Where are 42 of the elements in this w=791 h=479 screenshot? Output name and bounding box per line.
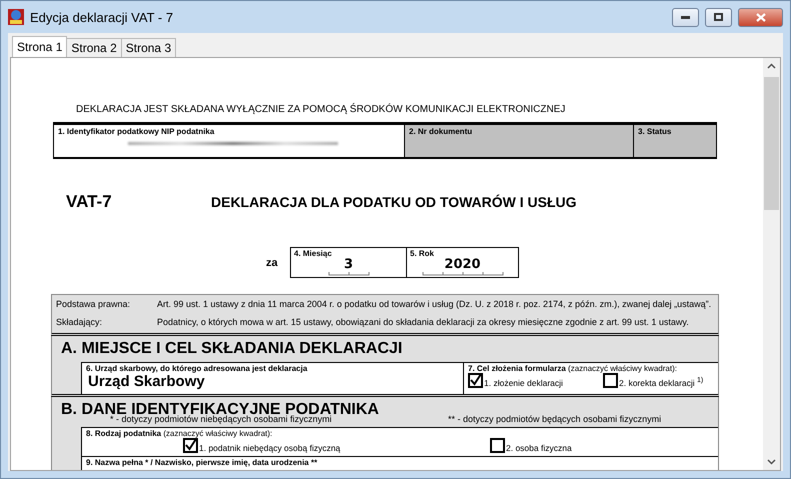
form-code: VAT-7 bbox=[65, 192, 113, 212]
footnote-text: ** - dotyczy podmiotów będących osobami fizycznymi bbox=[448, 414, 662, 426]
footnote-text: * - dotyczy podmiotów niebędących osobami fizycznymi bbox=[110, 414, 332, 426]
field-label: 9. Nazwa pełna * / Nazwisko, pierwsze imię, data urodzenia ** bbox=[86, 458, 318, 467]
legal-label: Podstawa prawna: bbox=[56, 299, 132, 309]
field-label: 7. Cel złożenia formularza (zaznaczyć właściwy kwadrat): bbox=[468, 364, 678, 373]
checked-box[interactable] bbox=[468, 373, 483, 388]
checked-box[interactable] bbox=[183, 438, 198, 453]
form-title: DEKLARACJA DLA PODATKU OD TOWARÓW I USŁUG bbox=[211, 194, 577, 210]
form-field[interactable]: 6. Urząd skarbowy, do którego adresowana jest deklaracja Urząd Skarbowy bbox=[81, 363, 463, 394]
period-prefix: za bbox=[266, 256, 279, 268]
option-label: 2. korekta deklaracji $^{1)}$ bbox=[619, 376, 704, 388]
window-title: Edycja deklaracji VAT - 7 bbox=[30, 10, 174, 24]
scrollbar[interactable] bbox=[763, 58, 780, 470]
field-label: 1. Identyfikator podatkowy NIP podatnika bbox=[58, 127, 216, 136]
close-icon bbox=[756, 12, 766, 22]
option-label: 1. podatnik niebędący osobą fizyczną bbox=[199, 443, 340, 453]
field-label: 6. Urząd skarbowy, do którego adresowana jest deklaracja bbox=[86, 364, 308, 373]
field-value: Urząd Skarbowy bbox=[87, 373, 206, 390]
checkbox[interactable] bbox=[603, 373, 618, 388]
legal-label: Składający: bbox=[56, 317, 104, 327]
maximize-button[interactable] bbox=[705, 8, 732, 26]
option-label: 1. złożenie deklaracji bbox=[484, 378, 563, 388]
form-notice: DEKLARACJA JEST SKŁADANA WYŁĄCZNIE ZA POMOCĄ ŚRODKÓW KOMUNIKACJI ELEKTRONICZNEJ bbox=[75, 104, 566, 117]
page-tab[interactable]: Strona 1 bbox=[12, 36, 68, 57]
scroll-thumb[interactable] bbox=[764, 77, 779, 210]
maximize-icon bbox=[714, 13, 723, 21]
section-title: A. MIEJSCE I CEL SKŁADANIA DEKLARACJI bbox=[60, 339, 404, 359]
checkbox[interactable] bbox=[490, 438, 505, 453]
option-label: 2. osoba fizyczna bbox=[506, 443, 572, 453]
field-label: 2. Nr dokumentu bbox=[409, 127, 474, 136]
legal-text: Art. 99 ust. 1 ustawy z dnia 11 marca 2004 r. o podatku od towarów i usług (Dz. U. z 2018 r. poz. 2174, z późn. zm.), zwanej dalej „ustawą”. bbox=[157, 299, 712, 309]
section-title: B. DANE IDENTYFIKACYJNE PODATNIKA bbox=[60, 400, 380, 414]
page-tab[interactable]: Strona 3 bbox=[120, 38, 176, 57]
close-button[interactable] bbox=[738, 8, 783, 26]
app-logo-icon bbox=[8, 9, 24, 25]
minimize-icon bbox=[681, 16, 690, 18]
minimize-button[interactable] bbox=[672, 8, 699, 26]
form-field[interactable]: 9. Nazwa pełna * / Nazwisko, pierwsze imię, data urodzenia ** bbox=[81, 457, 718, 470]
legal-text: Podatnicy, o których mowa w art. 15 ustawy, obowiązani do składania deklaracji za okresy miesięczne zgodnie z art. 99 ust. 1 ustawy. bbox=[157, 317, 689, 327]
field-label: 8. Rodzaj podatnika (zaznaczyć właściwy kwadrat): bbox=[86, 429, 274, 438]
field-label: 3. Status bbox=[638, 127, 672, 136]
